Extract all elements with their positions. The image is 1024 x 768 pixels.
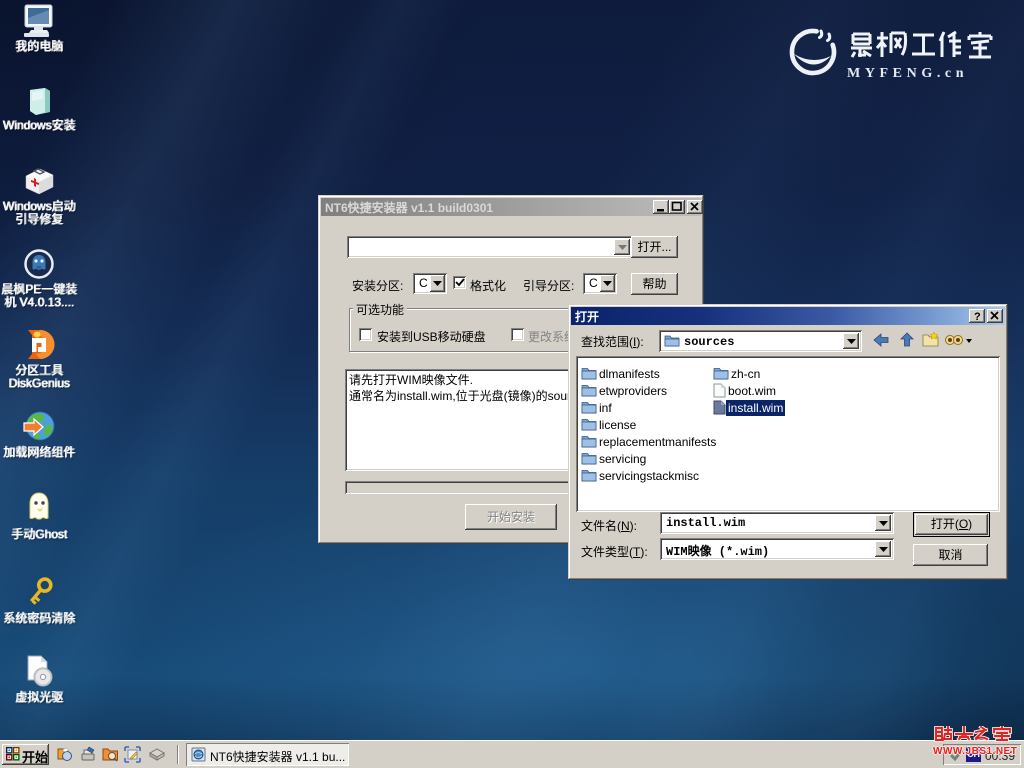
svg-text:?: ? — [974, 311, 981, 323]
svg-text:MYFENG.cn: MYFENG.cn — [847, 66, 968, 80]
